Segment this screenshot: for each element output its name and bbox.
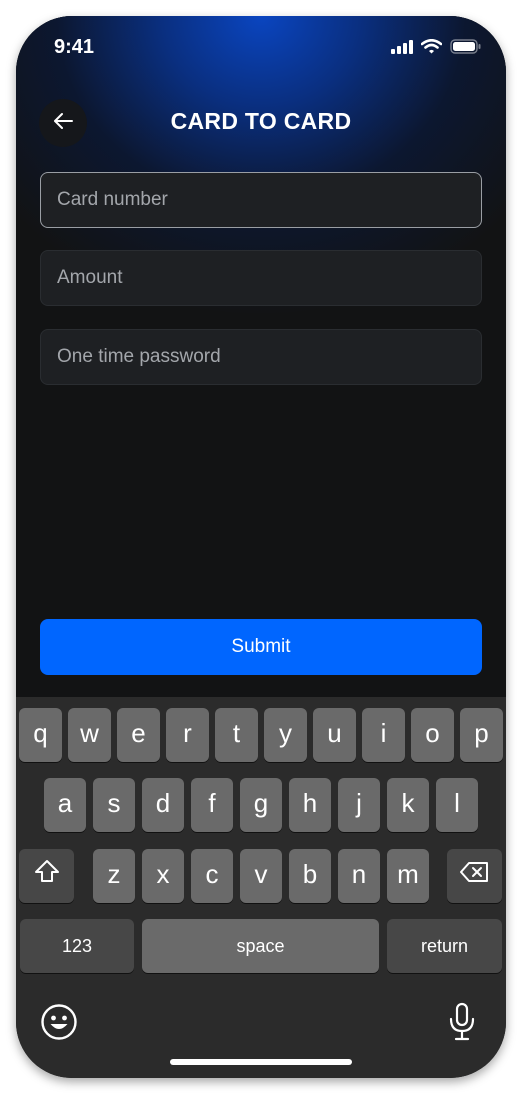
shift-icon [33, 858, 61, 891]
delete-key[interactable] [447, 849, 502, 903]
page-title: CARD TO CARD [170, 108, 352, 134]
key-v[interactable]: v [240, 849, 282, 903]
key-j[interactable]: j [338, 778, 380, 832]
key-q[interactable]: q [19, 708, 62, 762]
home-indicator [170, 1059, 352, 1065]
status-time: 9:41 [54, 36, 95, 58]
key-e[interactable]: e [117, 708, 160, 762]
key-d[interactable]: d [142, 778, 184, 832]
space-key[interactable]: space [142, 919, 379, 973]
emoji-button[interactable] [37, 1002, 81, 1046]
otp-input[interactable] [40, 329, 482, 385]
key-b[interactable]: b [289, 849, 331, 903]
submit-button[interactable]: Submit [40, 619, 482, 675]
key-z[interactable]: z [93, 849, 135, 903]
header: CARD TO CARD [16, 94, 506, 150]
microphone-button[interactable] [440, 1002, 484, 1046]
key-c[interactable]: c [191, 849, 233, 903]
key-x[interactable]: x [142, 849, 184, 903]
key-u[interactable]: u [313, 708, 356, 762]
keyboard: q w e r t y u i o p a s d f g h j k l z … [16, 697, 506, 1078]
status-bar: 9:41 [16, 16, 506, 80]
key-r[interactable]: r [166, 708, 209, 762]
key-p[interactable]: p [460, 708, 503, 762]
amount-input[interactable] [40, 250, 482, 306]
emoji-icon [40, 1003, 78, 1045]
key-m[interactable]: m [387, 849, 429, 903]
phone-frame: 9:41 CARD TO CARD Card number Amount One… [16, 16, 506, 1078]
battery-icon [450, 39, 482, 58]
key-k[interactable]: k [387, 778, 429, 832]
key-y[interactable]: y [264, 708, 307, 762]
key-g[interactable]: g [240, 778, 282, 832]
key-t[interactable]: t [215, 708, 258, 762]
key-a[interactable]: a [44, 778, 86, 832]
key-l[interactable]: l [436, 778, 478, 832]
shift-key[interactable] [19, 849, 74, 903]
key-f[interactable]: f [191, 778, 233, 832]
numbers-key[interactable]: 123 [20, 919, 134, 973]
cellular-signal-icon [391, 39, 413, 58]
key-h[interactable]: h [289, 778, 331, 832]
delete-icon [459, 859, 490, 890]
return-key[interactable]: return [387, 919, 502, 973]
status-icons [391, 38, 482, 58]
key-o[interactable]: o [411, 708, 454, 762]
key-i[interactable]: i [362, 708, 405, 762]
key-s[interactable]: s [93, 778, 135, 832]
microphone-icon [448, 1002, 476, 1046]
key-w[interactable]: w [68, 708, 111, 762]
key-n[interactable]: n [338, 849, 380, 903]
card-number-input[interactable] [40, 172, 482, 228]
wifi-icon [420, 38, 443, 58]
